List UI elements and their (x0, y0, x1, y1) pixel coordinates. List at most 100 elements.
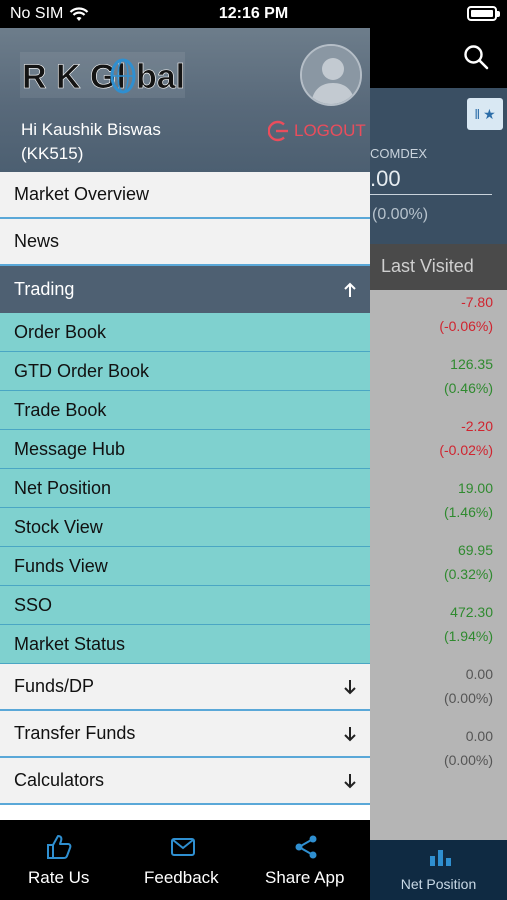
pause-icon: ǁ (474, 106, 481, 122)
submenu-item-message-hub[interactable]: Message Hub (0, 430, 370, 469)
feedback-label: Feedback (144, 868, 219, 887)
user-name: Hi Kaushik Biswas (21, 120, 161, 139)
list-item[interactable]: 0.00 (0.00%) (444, 724, 493, 772)
chevron-down-icon (344, 773, 356, 788)
change-value: -2.20 (461, 418, 493, 434)
menu-item-label: Market Overview (14, 184, 150, 204)
submenu-item-label: Net Position (14, 477, 112, 498)
list-item[interactable]: 69.95 (0.32%) (444, 538, 493, 586)
list-item[interactable]: -2.20 (-0.02%) (439, 414, 493, 462)
search-icon[interactable] (463, 44, 489, 70)
list-item[interactable]: 19.00 (1.46%) (444, 476, 493, 524)
submenu-item-label: GTD Order Book (14, 360, 150, 381)
submenu-item-order-book[interactable]: Order Book (0, 313, 370, 352)
menu-section-trading[interactable]: Trading (0, 266, 370, 313)
tab-last-visited[interactable]: Last Visited (370, 244, 507, 290)
thumbs-up-icon (47, 835, 72, 859)
drawer-header: R K Gl bal Hi Kaushik Biswas (KK515) LOG… (0, 28, 370, 172)
submenu-item-market-status[interactable]: Market Status (0, 625, 370, 664)
bottom-action-bar: Rate Us Feedback Share App (0, 820, 370, 900)
submenu-item-label: Funds View (14, 555, 108, 576)
submenu-item-label: SSO (14, 594, 53, 615)
chevron-down-icon (344, 679, 356, 694)
index-change: (0.00%) (372, 206, 429, 223)
submenu-item-label: Trade Book (14, 399, 107, 420)
list-item[interactable]: -7.80 (-0.06%) (439, 290, 493, 338)
submenu-item-sso[interactable]: SSO (0, 586, 370, 625)
list-item[interactable]: 126.35 (0.46%) (444, 352, 493, 400)
status-bar: No SIM 12:16 PM (0, 0, 507, 28)
star-icon: ★ (483, 105, 496, 122)
change-value: 472.30 (450, 604, 493, 620)
menu-item-news[interactable]: News (0, 219, 370, 266)
avatar[interactable] (300, 44, 362, 106)
avatar-icon (302, 46, 360, 104)
chevron-up-icon (344, 282, 356, 297)
menu-item-label: Trading (14, 279, 75, 299)
drawer-menu: Market Overview News Trading Order Book … (0, 172, 370, 805)
background-app: ǁ ★ COMDEX .00 (0.00%) Last Visited -7.8… (370, 28, 507, 900)
change-percent: (0.00%) (443, 752, 493, 768)
brand-logo: R K Gl bal (20, 52, 185, 98)
submenu-item-label: Order Book (14, 321, 107, 342)
menu-item-transfer-funds[interactable]: Transfer Funds (0, 711, 370, 758)
index-header: ǁ ★ COMDEX .00 (0.00%) (370, 88, 507, 244)
menu-item-label: Funds/DP (14, 676, 95, 696)
menu-item-label: News (14, 231, 60, 251)
change-value: 126.35 (450, 356, 493, 372)
share-icon (295, 835, 317, 859)
menu-item-label: Transfer Funds (14, 723, 136, 743)
submenu-item-label: Stock View (14, 516, 103, 537)
menu-item-label: Calculators (14, 770, 105, 790)
change-percent: (0.46%) (443, 380, 493, 396)
submenu-item-net-position[interactable]: Net Position (0, 469, 370, 508)
submenu-item-label: Message Hub (14, 438, 126, 459)
change-percent: (1.46%) (443, 504, 493, 520)
change-value: -7.80 (461, 294, 493, 310)
tab-net-position-label: Net Position (400, 876, 477, 892)
rate-us-label: Rate Us (28, 868, 90, 887)
index-label: COMDEX (370, 146, 428, 161)
logout-button[interactable]: LOGOUT (268, 120, 366, 142)
change-percent: (0.32%) (443, 566, 493, 582)
stock-list: -7.80 (-0.06%) 126.35 (0.46%) -2.20 (-0.… (370, 290, 507, 840)
change-percent: (1.94%) (443, 628, 493, 644)
list-item[interactable]: 0.00 (0.00%) (444, 662, 493, 710)
change-value: 0.00 (465, 728, 493, 744)
submenu-item-label: Market Status (14, 633, 126, 654)
chevron-down-icon (344, 726, 356, 741)
logout-icon (268, 120, 288, 142)
submenu-item-trade-book[interactable]: Trade Book (0, 391, 370, 430)
battery-icon (467, 6, 500, 21)
change-percent: (-0.06%) (439, 318, 493, 334)
submenu-item-gtd-order-book[interactable]: GTD Order Book (0, 352, 370, 391)
logout-label: LOGOUT (294, 121, 366, 140)
share-app-label: Share App (265, 868, 345, 887)
svg-text:R K Gl: R K Gl (22, 58, 126, 96)
status-time: 12:16 PM (218, 5, 289, 22)
submenu-item-stock-view[interactable]: Stock View (0, 508, 370, 547)
mail-icon (171, 838, 195, 856)
menu-item-market-overview[interactable]: Market Overview (0, 172, 370, 219)
menu-item-funds-dp[interactable]: Funds/DP (0, 664, 370, 711)
svg-text:bal: bal (136, 58, 185, 96)
rate-us-button[interactable]: Rate Us (14, 820, 104, 900)
list-item[interactable]: 472.30 (1.94%) (444, 600, 493, 648)
user-id: (KK515) (21, 144, 84, 163)
user-greeting: Hi Kaushik Biswas (KK515) (21, 118, 161, 166)
background-top-bar (370, 28, 507, 88)
watchlist-toggle[interactable]: ǁ ★ (467, 98, 503, 130)
feedback-button[interactable]: Feedback (138, 820, 228, 900)
change-percent: (-0.02%) (439, 442, 493, 458)
tab-net-position[interactable]: Net Position (370, 840, 507, 900)
change-percent: (0.00%) (443, 690, 493, 706)
index-value: .00 (370, 166, 492, 195)
menu-item-calculators[interactable]: Calculators (0, 758, 370, 805)
change-value: 69.95 (457, 542, 493, 558)
bar-chart-icon (430, 850, 451, 866)
change-value: 0.00 (465, 666, 493, 682)
submenu-item-funds-view[interactable]: Funds View (0, 547, 370, 586)
share-app-button[interactable]: Share App (262, 820, 354, 900)
change-value: 19.00 (457, 480, 493, 496)
navigation-drawer: R K Gl bal Hi Kaushik Biswas (KK515) LOG… (0, 28, 370, 820)
